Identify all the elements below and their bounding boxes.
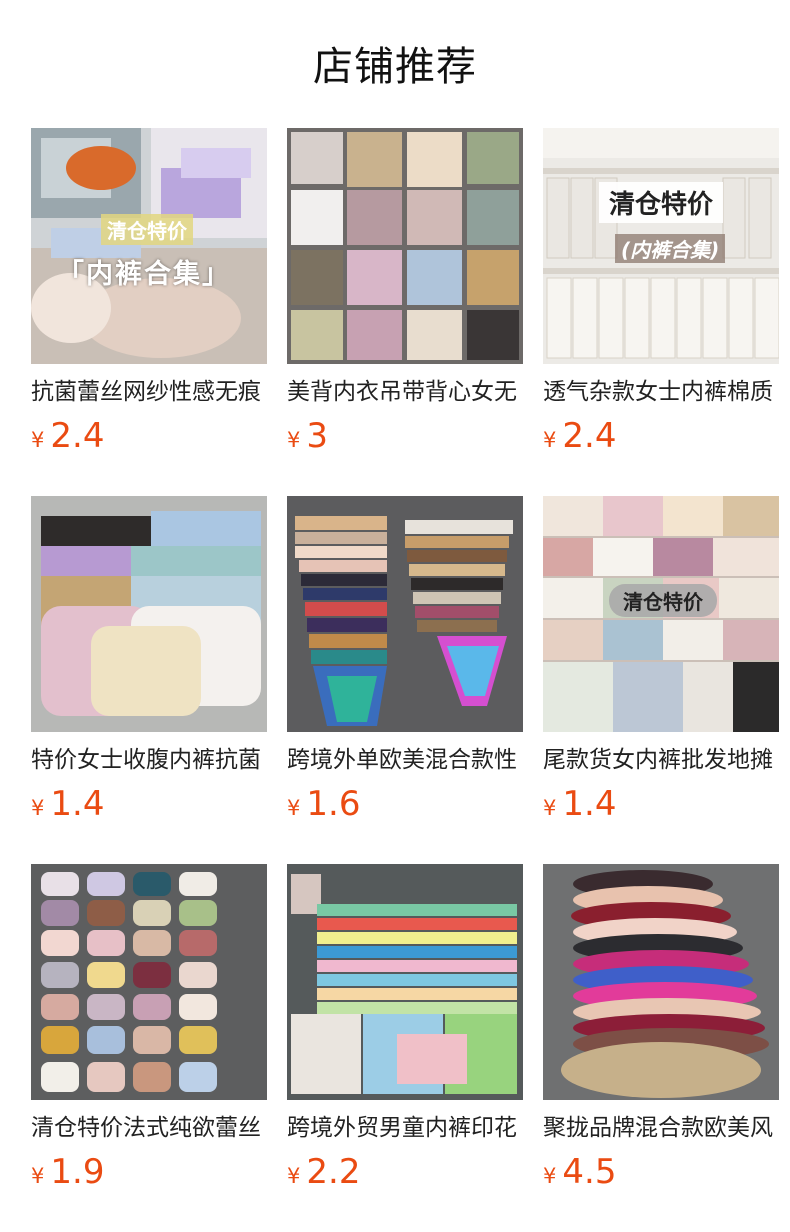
currency-symbol: ¥ bbox=[287, 796, 301, 820]
product-card[interactable]: 清仓特价 「内裤合集」 抗菌蕾丝网纱性感无痕 ¥2.4 bbox=[31, 128, 267, 458]
overlay-label-sale: 清仓特价 bbox=[609, 584, 717, 617]
product-card[interactable]: 跨境外贸男童内裤印花 ¥2.2 bbox=[287, 864, 523, 1194]
price-value: 1.6 bbox=[306, 784, 361, 824]
overlay-label-sale: 清仓特价 bbox=[599, 182, 724, 223]
product-name[interactable]: 跨境外贸男童内裤印花 bbox=[287, 1112, 523, 1144]
product-image[interactable] bbox=[287, 128, 523, 364]
product-name[interactable]: 抗菌蕾丝网纱性感无痕 bbox=[31, 376, 267, 408]
product-price: ¥2.4 bbox=[543, 414, 616, 458]
price-value: 1.4 bbox=[562, 784, 617, 824]
product-card[interactable]: 聚拢品牌混合款欧美风 ¥4.5 bbox=[543, 864, 779, 1194]
product-image[interactable] bbox=[287, 864, 523, 1100]
product-name[interactable]: 跨境外单欧美混合款性 bbox=[287, 744, 523, 776]
price-value: 4.5 bbox=[562, 1152, 617, 1192]
overlay-label-sale: 清仓特价 bbox=[101, 214, 193, 245]
currency-symbol: ¥ bbox=[543, 1164, 557, 1188]
product-image[interactable] bbox=[543, 864, 779, 1100]
price-value: 2.4 bbox=[562, 416, 617, 456]
currency-symbol: ¥ bbox=[31, 796, 45, 820]
currency-symbol: ¥ bbox=[543, 428, 557, 452]
currency-symbol: ¥ bbox=[31, 1164, 45, 1188]
product-image[interactable] bbox=[287, 496, 523, 732]
product-card[interactable]: 特价女士收腹内裤抗菌 ¥1.4 bbox=[31, 496, 267, 826]
product-price: ¥2.2 bbox=[287, 1150, 360, 1194]
price-value: 2.4 bbox=[50, 416, 105, 456]
product-name[interactable]: 清仓特价法式纯欲蕾丝 bbox=[31, 1112, 267, 1144]
product-card[interactable]: 跨境外单欧美混合款性 ¥1.6 bbox=[287, 496, 523, 826]
product-price: ¥1.9 bbox=[31, 1150, 104, 1194]
product-image[interactable]: 清仓特价 「内裤合集」 bbox=[31, 128, 267, 364]
product-price: ¥3 bbox=[287, 414, 328, 458]
product-name[interactable]: 美背内衣吊带背心女无 bbox=[287, 376, 523, 408]
product-card[interactable]: 清仓特价法式纯欲蕾丝 ¥1.9 bbox=[31, 864, 267, 1194]
price-value: 2.2 bbox=[306, 1152, 361, 1192]
price-value: 1.9 bbox=[50, 1152, 105, 1192]
product-price: ¥1.6 bbox=[287, 782, 360, 826]
section-title: 店铺推荐 bbox=[313, 44, 477, 90]
product-name[interactable]: 特价女士收腹内裤抗菌 bbox=[31, 744, 267, 776]
overlay-label-collection: 「内裤合集」 bbox=[57, 259, 231, 290]
product-card[interactable]: 清仓特价 尾款货女内裤批发地摊 ¥1.4 bbox=[543, 496, 779, 826]
product-name[interactable]: 聚拢品牌混合款欧美风 bbox=[543, 1112, 779, 1144]
product-price: ¥4.5 bbox=[543, 1150, 616, 1194]
product-price: ¥1.4 bbox=[543, 782, 616, 826]
product-image[interactable] bbox=[31, 864, 267, 1100]
currency-symbol: ¥ bbox=[287, 1164, 301, 1188]
product-card[interactable]: 清仓特价 (内裤合集) 透气杂款女士内裤棉质 ¥2.4 bbox=[543, 128, 779, 458]
product-price: ¥2.4 bbox=[31, 414, 104, 458]
currency-symbol: ¥ bbox=[543, 796, 557, 820]
product-image[interactable] bbox=[31, 496, 267, 732]
product-name[interactable]: 透气杂款女士内裤棉质 bbox=[543, 376, 779, 408]
product-name[interactable]: 尾款货女内裤批发地摊 bbox=[543, 744, 779, 776]
product-price: ¥1.4 bbox=[31, 782, 104, 826]
currency-symbol: ¥ bbox=[31, 428, 45, 452]
price-value: 1.4 bbox=[50, 784, 105, 824]
price-value: 3 bbox=[306, 416, 329, 456]
currency-symbol: ¥ bbox=[287, 428, 301, 452]
product-card[interactable]: 美背内衣吊带背心女无 ¥3 bbox=[287, 128, 523, 458]
product-image[interactable]: 清仓特价 bbox=[543, 496, 779, 732]
product-image[interactable]: 清仓特价 (内裤合集) bbox=[543, 128, 779, 364]
overlay-label-collection: (内裤合集) bbox=[615, 234, 726, 263]
